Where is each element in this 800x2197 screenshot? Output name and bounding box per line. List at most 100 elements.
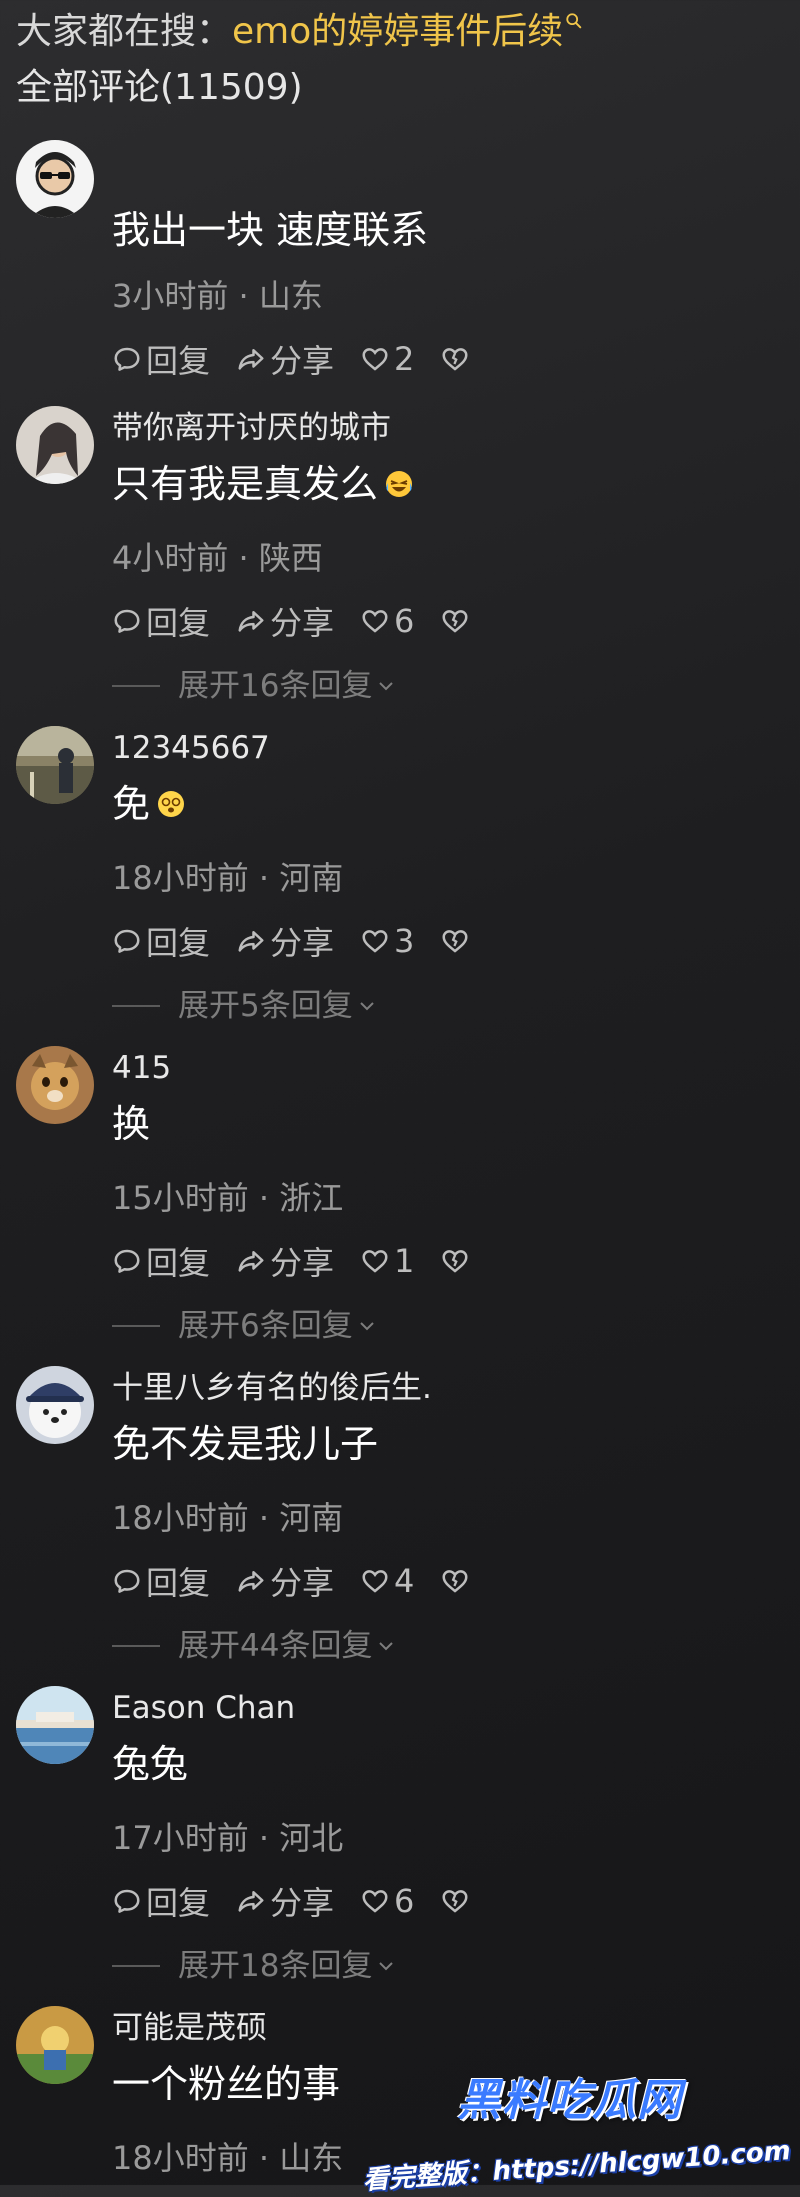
reply-button[interactable]: 回复 xyxy=(112,1878,210,1924)
avatar[interactable] xyxy=(16,1366,94,1444)
reply-label: 回复 xyxy=(146,1244,211,1282)
comment-author[interactable]: 415 xyxy=(112,1048,171,1088)
reply-label: 回复 xyxy=(146,1884,211,1922)
broken-heart-icon xyxy=(442,930,468,953)
like-count: 4 xyxy=(394,1562,415,1600)
share-button[interactable]: 分享 xyxy=(236,336,334,382)
trending-search[interactable]: 大家都在搜：emo的婷婷事件后续 xyxy=(16,6,784,58)
reply-icon xyxy=(114,609,140,633)
share-button[interactable]: 分享 xyxy=(236,1558,334,1604)
expand-replies-button[interactable]: 展开5条回复 xyxy=(112,984,379,1028)
watermark-url[interactable]: 看完整版：https://hlcgw10.com xyxy=(362,2130,792,2197)
share-label: 分享 xyxy=(270,924,335,962)
expand-replies-label: 展开5条回复 xyxy=(178,988,353,1024)
share-label: 分享 xyxy=(270,604,335,642)
expand-replies-button[interactable]: 展开18条回复 xyxy=(112,1944,398,1988)
dislike-button[interactable] xyxy=(440,1246,474,1276)
dislike-button[interactable] xyxy=(440,926,474,956)
divider xyxy=(112,1005,160,1007)
comment-meta: 17小时前 · 河北 xyxy=(112,1819,344,1857)
share-icon xyxy=(238,349,264,370)
like-button[interactable]: 3 xyxy=(360,922,414,960)
expand-replies-button[interactable]: 展开16条回复 xyxy=(112,664,398,708)
comment-meta: 18小时前 · 山东 xyxy=(112,2139,344,2177)
expand-replies-button[interactable]: 展开44条回复 xyxy=(112,1624,398,1668)
comment-meta: 18小时前 · 河南 xyxy=(112,859,344,897)
heart-icon xyxy=(362,930,388,953)
share-label: 分享 xyxy=(270,1244,335,1282)
comment-meta: 18小时前 · 河南 xyxy=(112,1499,344,1537)
comment-author[interactable]: 12345667 xyxy=(112,728,270,768)
expand-replies-button[interactable]: 展开6条回复 xyxy=(112,1304,379,1348)
laughing-crying-emoji xyxy=(386,471,413,497)
reply-label: 回复 xyxy=(146,342,211,380)
chevron-down-icon xyxy=(379,1962,394,1971)
reply-icon xyxy=(114,347,140,371)
broken-heart-icon xyxy=(442,1250,468,1273)
expand-replies-label: 展开6条回复 xyxy=(178,1308,353,1344)
avatar[interactable] xyxy=(16,1046,94,1124)
reply-label: 回复 xyxy=(146,1564,211,1602)
dislike-button[interactable] xyxy=(440,1566,474,1596)
reply-button[interactable]: 回复 xyxy=(112,336,210,382)
like-button[interactable]: 6 xyxy=(360,602,414,640)
share-button[interactable]: 分享 xyxy=(236,598,334,644)
comment-content: 兔兔 xyxy=(112,1742,189,1786)
heart-icon xyxy=(362,1250,388,1273)
heart-icon xyxy=(362,1890,388,1913)
reply-button[interactable]: 回复 xyxy=(112,918,210,964)
dislike-button[interactable] xyxy=(440,1886,474,1916)
broken-heart-icon xyxy=(442,348,468,371)
comment-content: 免 xyxy=(112,778,186,830)
avatar[interactable] xyxy=(16,1686,94,1764)
like-button[interactable]: 1 xyxy=(360,1242,414,1280)
share-button[interactable]: 分享 xyxy=(236,1878,334,1924)
broken-heart-icon xyxy=(442,1890,468,1913)
watermark-brand: 黑料吃瓜网 xyxy=(457,2075,682,2126)
share-icon xyxy=(238,1571,264,1592)
comment-content: 一个粉丝的事 xyxy=(112,2062,341,2106)
comment-author[interactable]: Eason Chan xyxy=(112,1688,295,1728)
like-count: 2 xyxy=(394,340,415,378)
comment-actions: 回复 分享 6 xyxy=(112,598,500,644)
dislike-button[interactable] xyxy=(440,344,474,374)
avatar[interactable] xyxy=(16,140,94,218)
share-icon xyxy=(238,1251,264,1272)
share-button[interactable]: 分享 xyxy=(236,1238,334,1284)
comment-author[interactable]: 带你离开讨厌的城市 xyxy=(112,408,391,448)
like-button[interactable]: 4 xyxy=(360,1562,414,1600)
reply-button[interactable]: 回复 xyxy=(112,1238,210,1284)
comment-author[interactable]: 可能是茂硕 xyxy=(112,2008,267,2048)
comment-actions: 回复 分享 4 xyxy=(112,1558,500,1604)
trending-search-term[interactable]: emo的婷婷事件后续 xyxy=(232,11,563,52)
comment-text: 免 xyxy=(112,782,151,826)
reply-label: 回复 xyxy=(146,924,211,962)
expand-replies-label: 展开18条回复 xyxy=(178,1948,373,1984)
share-icon xyxy=(238,931,264,952)
share-icon xyxy=(238,1891,264,1912)
comment-content: 只有我是真发么 xyxy=(112,458,414,510)
search-icon[interactable] xyxy=(565,12,583,30)
avatar[interactable] xyxy=(16,2006,94,2084)
comment-content: 免不发是我儿子 xyxy=(112,1422,379,1466)
reply-label: 回复 xyxy=(146,604,211,642)
share-label: 分享 xyxy=(270,342,335,380)
like-button[interactable]: 6 xyxy=(360,1882,414,1920)
dizzy-face-emoji xyxy=(158,791,185,817)
reply-icon xyxy=(114,1249,140,1273)
comment-actions: 回复 分享 3 xyxy=(112,918,500,964)
expand-replies-label: 展开44条回复 xyxy=(178,1628,373,1664)
divider xyxy=(112,685,160,687)
comments-count: 全部评论(11509) xyxy=(16,67,303,108)
avatar[interactable] xyxy=(16,726,94,804)
comment-author[interactable]: 十里八乡有名的俊后生. xyxy=(112,1368,432,1408)
share-button[interactable]: 分享 xyxy=(236,918,334,964)
reply-button[interactable]: 回复 xyxy=(112,1558,210,1604)
broken-heart-icon xyxy=(442,1570,468,1593)
heart-icon xyxy=(362,610,388,633)
avatar[interactable] xyxy=(16,406,94,484)
dislike-button[interactable] xyxy=(440,606,474,636)
reply-button[interactable]: 回复 xyxy=(112,598,210,644)
comment-actions: 回复 分享 6 xyxy=(112,1878,500,1924)
like-button[interactable]: 2 xyxy=(360,340,414,378)
